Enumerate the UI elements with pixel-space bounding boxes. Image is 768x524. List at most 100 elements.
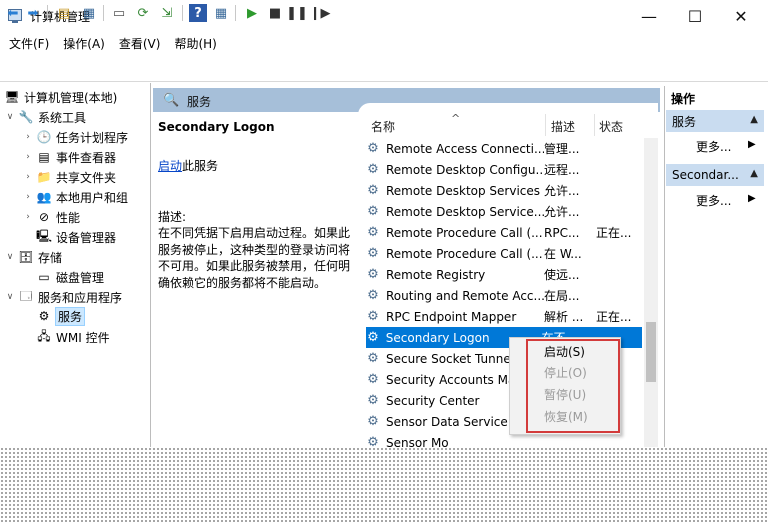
actions-section-label: 服务 [672, 114, 697, 129]
chevron-down-icon[interactable]: ∨ [4, 252, 16, 262]
tree-item-disk-management[interactable]: ▭ 磁盘管理 [34, 267, 104, 287]
stop-service-icon[interactable]: ■ [266, 4, 284, 22]
menu-bar: 文件(F) 操作(A) 查看(V) 帮助(H) [0, 32, 768, 54]
column-header-status[interactable]: 状态 [599, 118, 623, 135]
maximize-button[interactable]: ☐ [672, 0, 718, 32]
start-service-link[interactable]: 启动 [158, 159, 182, 173]
collapse-up-icon[interactable]: ▲ [750, 168, 758, 179]
start-service-icon[interactable]: ▶ [243, 4, 261, 22]
chevron-right-icon[interactable]: › [22, 152, 34, 162]
tree-item-device-manager[interactable]: 🖳 设备管理器 [34, 227, 116, 247]
service-row[interactable]: ⚙ Remote Access Connecti... 管理... [366, 138, 658, 159]
service-row[interactable]: ⚙ Remote Desktop Service... 允许... [366, 201, 658, 222]
column-header-description[interactable]: 描述 [551, 118, 575, 135]
tree-item-local-users[interactable]: › 👥 本地用户和组 [22, 187, 128, 207]
chevron-right-icon[interactable]: › [22, 212, 34, 222]
close-button[interactable]: ✕ [718, 0, 764, 32]
forward-arrow-icon[interactable]: ➡ [24, 4, 42, 22]
event-log-icon: ▤ [38, 150, 50, 164]
start-service-line: 启动此服务 [158, 157, 218, 174]
tree-item-services[interactable]: ⚙ 服务 [34, 306, 86, 326]
service-row[interactable]: ⚙ Remote Desktop Services 允许... [366, 180, 658, 201]
tree-item-services-apps[interactable]: ∨ 🗔 服务和应用程序 [4, 287, 122, 307]
tree-item-wmi[interactable]: 🖧 WMI 控件 [34, 327, 109, 347]
vertical-scrollbar[interactable] [644, 138, 658, 447]
service-gear-icon: ⚙ [367, 267, 379, 282]
service-gear-icon: ⚙ [367, 414, 379, 429]
search-icon: 🔍 [163, 93, 180, 108]
actions-section-services[interactable]: 服务 ▲ [666, 110, 764, 132]
description-text: 在不同凭据下启用启动过程。如果此服务被停止，这种类型的登录访问将不可用。如果此服… [158, 226, 351, 290]
column-divider[interactable] [545, 114, 546, 136]
chevron-right-icon[interactable]: › [22, 172, 34, 182]
action-pane-icon[interactable]: ▦ [212, 4, 230, 22]
chevron-down-icon[interactable]: ∨ [4, 292, 16, 302]
users-icon: 👥 [36, 190, 52, 204]
service-row[interactable]: ⚙ Remote Desktop Configu... 远程... [366, 159, 658, 180]
toolbar-separator [47, 5, 48, 21]
export-list-icon[interactable]: ⇲ [158, 4, 176, 22]
start-service-suffix: 此服务 [182, 159, 219, 173]
service-row[interactable]: ⚙ Remote Procedure Call (... 在 W... [366, 243, 658, 264]
up-folder-icon[interactable]: ▤ [55, 4, 73, 22]
tree-item-system-tools[interactable]: ∨ 🔧 系统工具 [4, 107, 86, 127]
storage-icon: 🗄 [18, 250, 34, 264]
service-gear-icon: ⚙ [367, 372, 379, 387]
actions-more-link[interactable]: 更多... [696, 192, 731, 209]
services-apps-icon: 🗔 [19, 288, 33, 303]
tree-item-performance[interactable]: › ⊘ 性能 [22, 207, 80, 227]
chevron-right-icon[interactable]: › [22, 192, 34, 202]
tools-icon: 🔧 [18, 110, 34, 124]
actions-title: 操作 [671, 92, 696, 106]
service-gear-icon: ⚙ [367, 162, 379, 177]
actions-more-link[interactable]: 更多... [696, 138, 731, 155]
tree-item-storage[interactable]: ∨ 🗄 存储 [4, 247, 62, 267]
gear-icon: ⚙ [38, 309, 50, 323]
service-gear-icon: ⚙ [367, 183, 379, 198]
chevron-right-icon[interactable]: › [22, 132, 34, 142]
menu-action[interactable]: 操作(A) [56, 32, 112, 54]
restart-service-icon[interactable]: ❙▶ [310, 4, 331, 22]
tree-item-root[interactable]: 🖥 计算机管理(本地) [2, 87, 117, 107]
menu-help[interactable]: 帮助(H) [167, 32, 223, 54]
column-header-name[interactable]: 名称 [371, 118, 395, 135]
service-row[interactable]: ⚙ Remote Registry 使远... [366, 264, 658, 285]
service-row[interactable]: ⚙ Routing and Remote Acc... 在局... [366, 285, 658, 306]
context-menu-start[interactable]: 启动(S) [544, 343, 585, 360]
submenu-arrow-icon[interactable]: ▶ [748, 193, 756, 204]
description-label: 描述: [158, 210, 187, 224]
minimize-button[interactable]: — [626, 0, 672, 32]
context-menu-resume[interactable]: 恢复(M) [544, 408, 588, 425]
menu-file[interactable]: 文件(F) [2, 32, 56, 54]
toolbar-separator [103, 5, 104, 21]
actions-section-secondary-logon[interactable]: Secondar... ▲ [666, 164, 764, 186]
properties-icon[interactable]: ▭ [110, 4, 128, 22]
toolbar-separator [235, 5, 236, 21]
dotted-background [0, 447, 768, 524]
context-menu-stop[interactable]: 停止(O) [544, 364, 587, 381]
refresh-icon[interactable]: ⟳ [134, 4, 152, 22]
disk-icon: ▭ [38, 270, 50, 284]
submenu-arrow-icon[interactable]: ▶ [748, 139, 756, 150]
tree-item-task-scheduler[interactable]: › 🕒 任务计划程序 [22, 127, 128, 147]
service-row[interactable]: ⚙ Remote Procedure Call (... RPC... 正在... [366, 222, 658, 243]
services-header-title: 服务 [187, 95, 212, 109]
scrollbar-thumb[interactable] [646, 322, 656, 382]
tree-item-shared-folders[interactable]: › 📁 共享文件夹 [22, 167, 116, 187]
context-menu-pause[interactable]: 暂停(U) [544, 386, 586, 403]
collapse-up-icon[interactable]: ▲ [750, 114, 758, 125]
pause-service-icon[interactable]: ❚❚ [286, 4, 308, 22]
tree-item-event-viewer[interactable]: › ▤ 事件查看器 [22, 147, 116, 167]
back-arrow-icon[interactable]: ⬅ [4, 4, 22, 22]
clock-icon: 🕒 [36, 130, 52, 144]
menu-view[interactable]: 查看(V) [112, 32, 168, 54]
computer-icon: 🖥 [4, 90, 20, 104]
column-divider[interactable] [594, 114, 595, 136]
chevron-down-icon[interactable]: ∨ [4, 112, 16, 122]
show-hide-tree-icon[interactable]: ▦ [80, 4, 98, 22]
service-row[interactable]: ⚙ RPC Endpoint Mapper 解析 ... 正在... [366, 306, 658, 327]
help-icon[interactable]: ? [189, 4, 207, 22]
service-gear-icon: ⚙ [367, 246, 379, 261]
actions-section-label: Secondar... [672, 168, 739, 182]
shared-folder-icon: 📁 [36, 170, 52, 184]
